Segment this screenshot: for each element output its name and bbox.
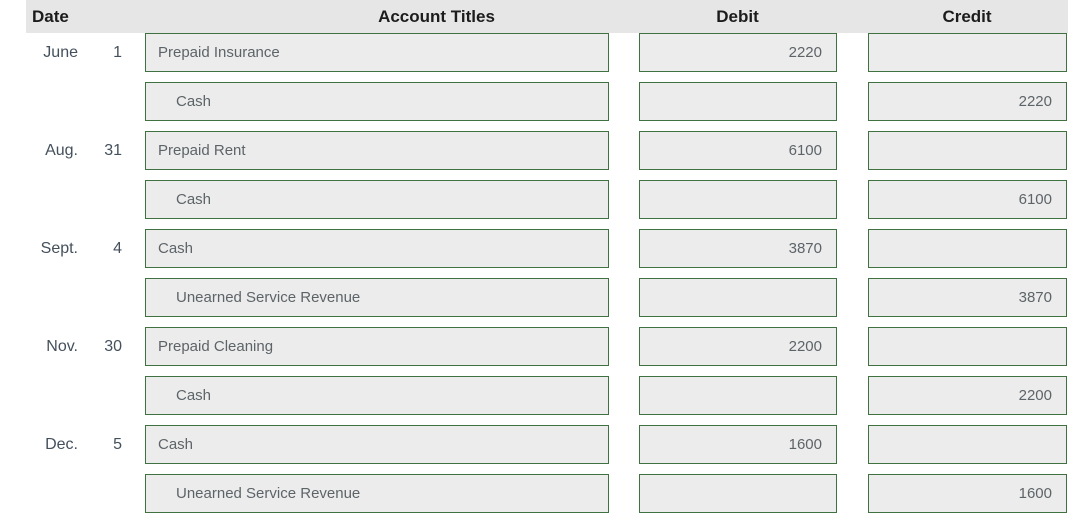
table-row: Nov. 30 Prepaid Cleaning 2200 [0,327,1078,376]
journal-entry-table: Date Account Titles Debit Credit June 1 Pr… [0,0,1078,523]
debit-amount-input[interactable]: 3870 [639,229,837,268]
table-row: Cash 2200 [0,376,1078,425]
date-month: Aug. [45,142,78,159]
account-title-input[interactable]: Cash [145,229,609,268]
debit-amount-input[interactable]: 2200 [639,327,837,366]
credit-amount-input[interactable] [868,327,1067,366]
account-title-input[interactable]: Prepaid Cleaning [145,327,609,366]
credit-amount-input[interactable]: 3870 [868,278,1067,317]
account-title-input[interactable]: Unearned Service Revenue [145,278,609,317]
debit-amount-input[interactable] [639,474,837,513]
account-title-input[interactable]: Cash [145,82,609,121]
debit-amount-input[interactable] [639,376,837,415]
credit-amount-input[interactable] [868,131,1067,170]
date-month: June [43,44,78,61]
debit-amount-input[interactable] [639,82,837,121]
debit-amount-input[interactable]: 2220 [639,33,837,72]
credit-amount-input[interactable] [868,229,1067,268]
date-month: Sept. [40,240,78,257]
column-header-date: Date [32,7,69,26]
debit-amount-input[interactable]: 1600 [639,425,837,464]
credit-amount-input[interactable] [868,33,1067,72]
account-title-input[interactable]: Cash [145,180,609,219]
account-title-input[interactable]: Cash [145,425,609,464]
date-day: 31 [104,142,122,159]
table-header-row: Date Account Titles Debit Credit [26,0,1068,33]
date-day: 1 [113,44,122,61]
credit-amount-input[interactable] [868,425,1067,464]
table-row: Unearned Service Revenue 1600 [0,474,1078,523]
column-header-credit: Credit [942,7,992,26]
credit-amount-input[interactable]: 1600 [868,474,1067,513]
table-row: Unearned Service Revenue 3870 [0,278,1078,327]
column-header-debit: Debit [716,7,759,26]
debit-amount-input[interactable]: 6100 [639,131,837,170]
journal-rows: June 1 Prepaid Insurance 2220 Cash 2220 Aug. 31… [0,33,1078,523]
table-row: Aug. 31 Prepaid Rent 6100 [0,131,1078,180]
date-day: 30 [104,338,122,355]
date-day: 4 [113,240,122,257]
debit-amount-input[interactable] [639,278,837,317]
table-row: June 1 Prepaid Insurance 2220 [0,33,1078,82]
account-title-input[interactable]: Cash [145,376,609,415]
account-title-input[interactable]: Unearned Service Revenue [145,474,609,513]
debit-amount-input[interactable] [639,180,837,219]
table-row: Cash 2220 [0,82,1078,131]
table-row: Dec. 5 Cash 1600 [0,425,1078,474]
account-title-input[interactable]: Prepaid Rent [145,131,609,170]
credit-amount-input[interactable]: 6100 [868,180,1067,219]
account-title-input[interactable]: Prepaid Insurance [145,33,609,72]
table-row: Sept. 4 Cash 3870 [0,229,1078,278]
credit-amount-input[interactable]: 2220 [868,82,1067,121]
date-day: 5 [113,436,122,453]
date-month: Dec. [45,436,78,453]
credit-amount-input[interactable]: 2200 [868,376,1067,415]
date-month: Nov. [46,338,78,355]
table-row: Cash 6100 [0,180,1078,229]
